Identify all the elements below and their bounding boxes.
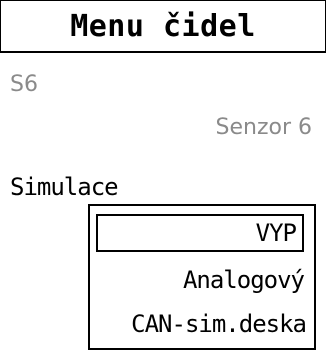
option-off-label: VYP: [255, 219, 297, 247]
simulation-label: Simulace: [10, 173, 119, 201]
sensor-id: S6: [10, 72, 38, 97]
sensor-name: Senzor 6: [215, 115, 313, 140]
title-bar: Menu čidel: [0, 0, 326, 53]
option-off[interactable]: VYP: [96, 214, 304, 252]
option-can-sim-board[interactable]: CAN-sim.deska: [131, 310, 307, 338]
display-screen: Menu čidel S6 Senzor 6 Simulace VYP Anal…: [0, 0, 326, 356]
simulation-dropdown[interactable]: VYP Analogový CAN-sim.deska: [88, 204, 316, 350]
option-analog[interactable]: Analogový: [183, 266, 305, 294]
page-title: Menu čidel: [70, 8, 256, 44]
